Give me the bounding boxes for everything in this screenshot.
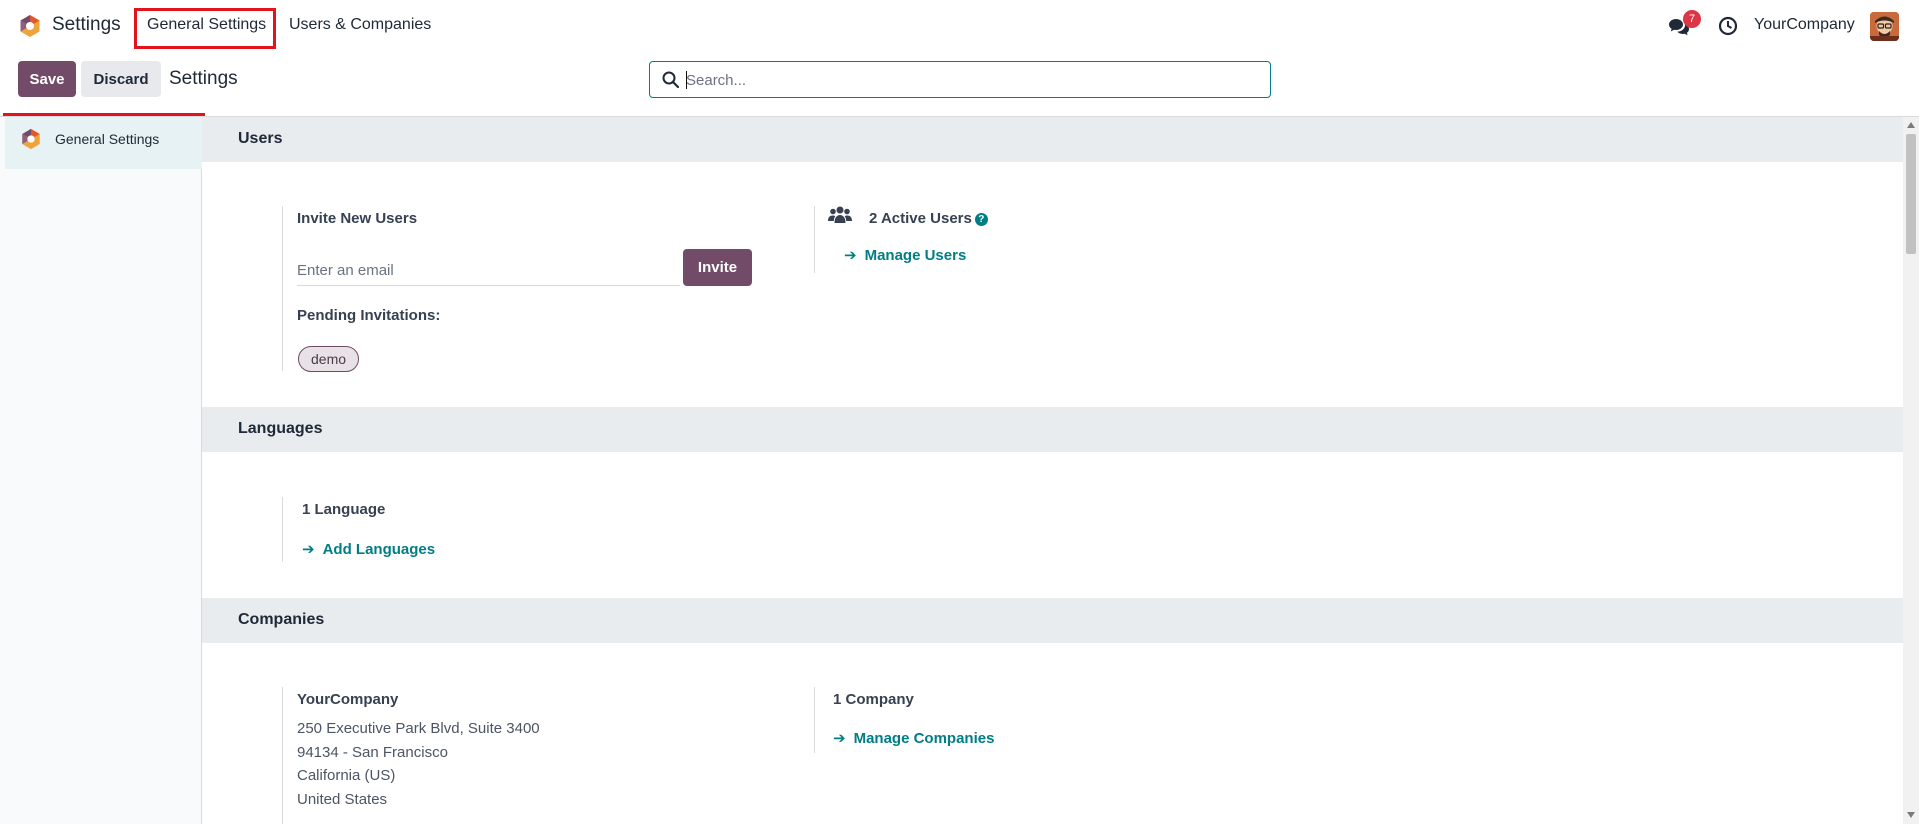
arrow-right-icon: ➔	[844, 247, 857, 264]
app-title[interactable]: Settings	[52, 14, 121, 36]
setting-divider	[282, 497, 283, 562]
active-users-text: 2 Active Users	[869, 210, 972, 227]
manage-users-link[interactable]: ➔ Manage Users	[844, 246, 966, 264]
menu-users-companies[interactable]: Users & Companies	[289, 16, 431, 34]
invite-email-input[interactable]	[297, 256, 680, 286]
breadcrumb-title: Settings	[169, 68, 238, 89]
section-header-users: Users	[202, 117, 1903, 162]
app-logo-icon[interactable]	[18, 14, 42, 38]
settings-content: Users Invite New Users Invite Pending In…	[202, 117, 1903, 824]
setting-divider	[282, 206, 283, 371]
invite-users-label: Invite New Users	[297, 210, 418, 227]
section-title-companies: Companies	[238, 611, 325, 628]
settings-sidebar	[0, 117, 202, 824]
arrow-right-icon: ➔	[833, 730, 846, 747]
section-header-languages: Languages	[202, 407, 1903, 452]
add-languages-link[interactable]: ➔ Add Languages	[302, 540, 435, 558]
setting-divider	[814, 206, 815, 273]
users-group-icon	[828, 206, 852, 223]
language-count: 1 Language	[302, 501, 386, 518]
top-navbar: Settings General Settings Users & Compan…	[0, 0, 1919, 50]
arrow-right-icon: ➔	[302, 541, 315, 558]
add-languages-text: Add Languages	[322, 541, 436, 558]
company-address-line: 94134 - San Francisco	[297, 744, 448, 761]
company-address-line: 250 Executive Park Blvd, Suite 3400	[297, 720, 540, 737]
manage-companies-link[interactable]: ➔ Manage Companies	[833, 729, 994, 747]
help-icon[interactable]: ?	[974, 213, 988, 226]
company-switcher[interactable]: YourCompany	[1754, 16, 1855, 34]
manage-companies-text: Manage Companies	[853, 730, 995, 747]
avatar-icon	[1870, 12, 1899, 41]
company-address-line: United States	[297, 791, 388, 808]
setting-divider	[814, 687, 815, 753]
user-avatar[interactable]	[1870, 12, 1899, 41]
discard-button[interactable]: Discard	[81, 61, 161, 97]
active-users-count: 2 Active Users?	[869, 210, 988, 227]
menu-general-settings[interactable]: General Settings	[147, 16, 266, 34]
scroll-down-arrow-icon[interactable]	[1907, 812, 1915, 818]
search-icon	[662, 71, 679, 88]
manage-users-text: Manage Users	[864, 247, 967, 264]
search-box[interactable]	[649, 61, 1271, 98]
company-count: 1 Company	[833, 691, 914, 708]
scroll-up-arrow-icon[interactable]	[1907, 122, 1915, 128]
company-address-line: California (US)	[297, 767, 396, 784]
section-title-languages: Languages	[238, 420, 323, 437]
notification-badge: 7	[1683, 10, 1701, 28]
section-title-users: Users	[238, 130, 283, 147]
search-input[interactable]	[686, 66, 1256, 94]
text-caret	[686, 71, 687, 89]
setting-divider	[282, 687, 283, 824]
sidebar-item-label[interactable]: General Settings	[55, 131, 159, 147]
save-button[interactable]: Save	[18, 61, 76, 97]
general-settings-icon	[22, 128, 40, 150]
company-name: YourCompany	[297, 691, 399, 708]
pending-invitation-tag[interactable]: demo	[298, 346, 360, 372]
activity-clock-icon[interactable]	[1718, 16, 1738, 36]
pending-invitations-label: Pending Invitations:	[297, 307, 441, 324]
invite-button[interactable]: Invite	[683, 249, 752, 286]
scrollbar-thumb[interactable]	[1906, 134, 1916, 254]
section-header-companies: Companies	[202, 598, 1903, 643]
